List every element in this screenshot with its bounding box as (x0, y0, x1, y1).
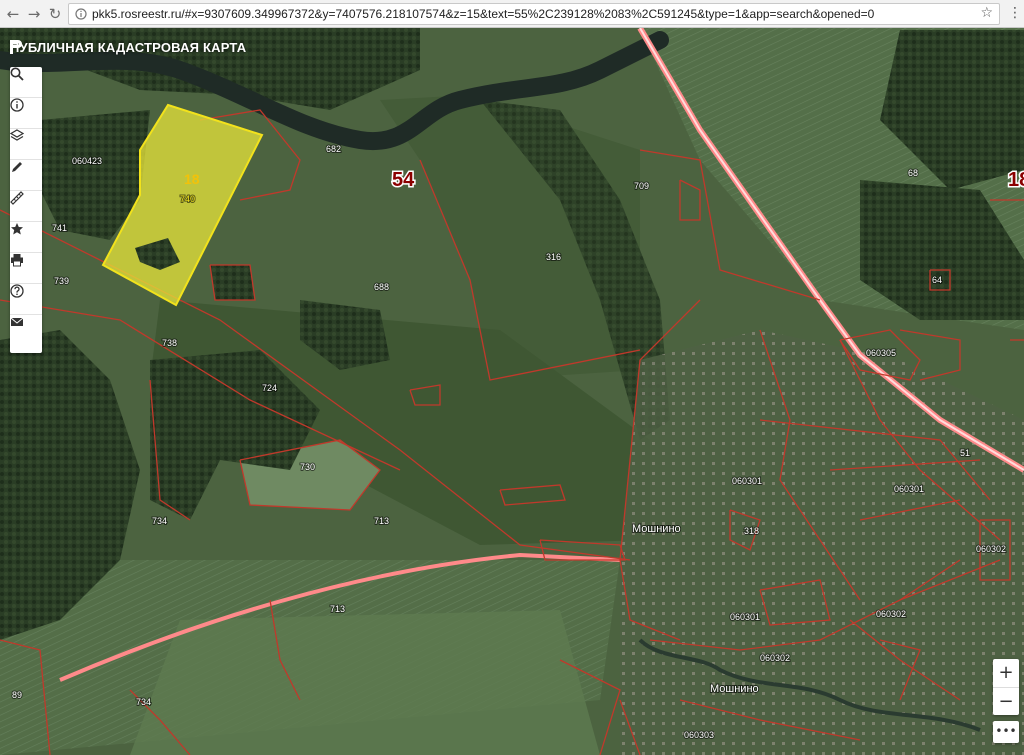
satellite-map-layer (0, 28, 1024, 755)
measure-button[interactable] (10, 191, 42, 222)
search-button[interactable] (10, 67, 42, 98)
draw-button[interactable] (10, 160, 42, 191)
url-text: pkk5.rosreestr.ru/#x=9307609.349967372&y… (92, 7, 875, 21)
pencil-icon (12, 162, 22, 172)
star-icon (11, 223, 23, 235)
info-circle-icon (75, 8, 87, 20)
printer-icon (11, 254, 23, 267)
zoom-out-button[interactable]: − (993, 687, 1019, 715)
address-bar[interactable]: pkk5.rosreestr.ru/#x=9307609.349967372&y… (68, 3, 1000, 25)
hills-south (130, 610, 600, 755)
forward-arrow-icon[interactable]: → (25, 5, 43, 23)
layers-button[interactable] (10, 129, 42, 160)
rosreestr-logo-icon (10, 40, 22, 54)
info-icon (10, 98, 24, 112)
more-options-button[interactable]: ••• (993, 721, 1019, 743)
zoom-in-button[interactable]: + (993, 659, 1019, 687)
bookmark-star-icon[interactable]: ☆ (980, 5, 993, 21)
app-title: ПУБЛИЧНАЯ КАДАСТРОВАЯ КАРТА (10, 40, 247, 55)
search-icon (10, 67, 24, 81)
cadastral-map[interactable]: 54 18 18 740 Мошнино Мошнино 060423 0603… (0, 28, 1024, 755)
help-icon (10, 284, 24, 298)
back-arrow-icon[interactable]: ← (4, 5, 22, 23)
app-brand[interactable]: ПУБЛИЧНАЯ КАДАСТРОВАЯ КАРТА (10, 40, 246, 55)
ruler-icon (10, 191, 24, 205)
map-toolbar (10, 67, 42, 353)
favorites-button[interactable] (10, 222, 42, 253)
layers-icon (10, 129, 24, 141)
feedback-button[interactable] (10, 315, 42, 346)
info-button[interactable] (10, 98, 42, 129)
browser-toolbar: ← → ↻ pkk5.rosreestr.ru/#x=9307609.34996… (0, 0, 1024, 28)
forest-patch-small (210, 265, 255, 300)
help-button[interactable] (10, 284, 42, 315)
mail-icon (10, 317, 24, 326)
zoom-control: + − (993, 659, 1019, 715)
reload-icon[interactable]: ↻ (46, 5, 64, 23)
browser-menu-icon[interactable]: ⋮ (1008, 5, 1022, 21)
print-button[interactable] (10, 253, 42, 284)
